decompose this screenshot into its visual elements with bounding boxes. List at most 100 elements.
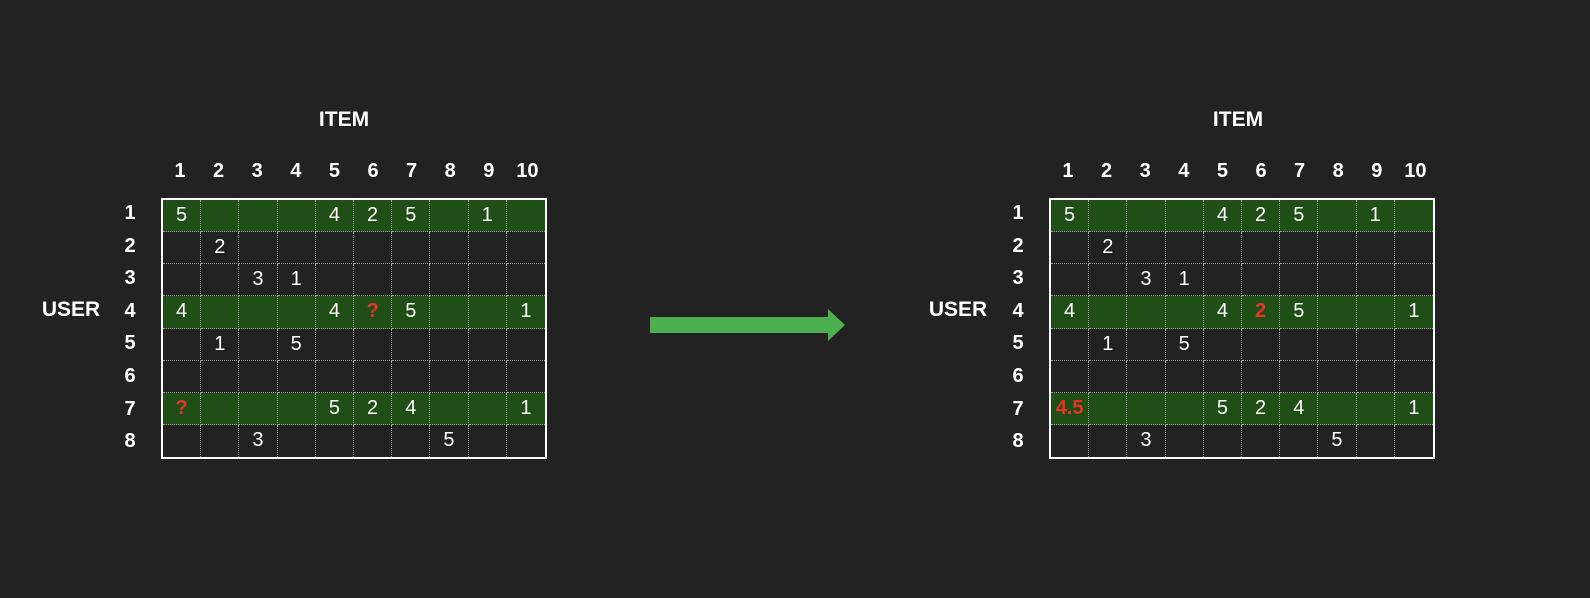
- matrix-cell: 5: [1051, 200, 1090, 233]
- matrix-cell: [1242, 360, 1281, 393]
- matrix-cell: 1: [1089, 328, 1128, 361]
- matrix-cell: 5: [1203, 392, 1242, 425]
- matrix-cell: [1280, 328, 1319, 361]
- matrix-cell: [1242, 424, 1281, 457]
- matrix-cell: [1089, 264, 1128, 297]
- column-header-3: 3: [1139, 160, 1151, 182]
- matrix-cell: 4.5: [1051, 392, 1090, 425]
- matrix-cell: [1203, 360, 1242, 393]
- matrix-cell: [1280, 360, 1319, 393]
- matrix-cell: [1242, 264, 1281, 297]
- matrix-cell: 2: [1242, 296, 1281, 329]
- matrix-cell: [1089, 360, 1128, 393]
- matrix-cell: [1051, 264, 1090, 297]
- matrix-cell: [1357, 424, 1395, 457]
- column-header-10: 10: [1404, 160, 1427, 182]
- row-header-3: 3: [1012, 267, 1024, 290]
- matrix-cell: [1318, 360, 1357, 393]
- matrix-cell: 2: [1089, 232, 1128, 265]
- matrix-cell: [1356, 360, 1395, 393]
- matrix-cell: [1356, 392, 1395, 425]
- matrix-cell: [1203, 264, 1242, 297]
- column-header-1: 1: [1062, 160, 1074, 182]
- matrix-cell: [1394, 329, 1433, 361]
- matrix-cell: 5: [1165, 328, 1204, 361]
- column-header-9: 9: [1371, 160, 1383, 182]
- matrix-cell: [1051, 424, 1090, 457]
- matrix-cell: [1280, 424, 1319, 457]
- rating-matrix-after: 5 4 2 5 1 2 3 1 4 4 2 5 1 1 5 4.5 5 2 4 1 3 5: [1049, 198, 1435, 459]
- matrix-cell: [1242, 328, 1281, 361]
- row-header-4: 4: [1012, 299, 1024, 322]
- matrix-cell: [1127, 232, 1166, 265]
- row-header-7: 7: [1012, 397, 1024, 420]
- row-header-2: 2: [1012, 234, 1024, 257]
- matrix-cell: [1203, 328, 1242, 361]
- matrix-cell: [1318, 392, 1357, 425]
- matrix-cell: 2: [1242, 200, 1281, 233]
- matrix-cell: 3: [1127, 264, 1166, 297]
- matrix-cell: [1127, 360, 1166, 393]
- matrix-cell: 1: [1394, 296, 1433, 329]
- matrix-cell: [1356, 264, 1395, 297]
- matrix-cell: [1051, 328, 1090, 361]
- column-header-2: 2: [1101, 160, 1113, 182]
- matrix-cell: [1318, 200, 1357, 233]
- matrix-cell: [1127, 296, 1166, 329]
- matrix-cell: [1089, 424, 1128, 457]
- matrix-cell: [1394, 264, 1433, 297]
- matrix-cell: 1: [1165, 264, 1204, 297]
- matrix-cell: 5: [1318, 424, 1357, 457]
- matrix-cell: [1165, 360, 1204, 393]
- matrix-cell: [1242, 232, 1281, 265]
- row-header-5: 5: [1012, 332, 1024, 355]
- row-header-1: 1: [1012, 202, 1024, 224]
- matrix-cell: [1204, 424, 1242, 457]
- matrix-cell: [1318, 328, 1357, 361]
- matrix-cell: 4: [1203, 200, 1242, 233]
- matrix-cell: [1356, 296, 1395, 329]
- matrix-cell: [1394, 200, 1433, 233]
- matrix-cell: [1356, 232, 1395, 265]
- matrix-cell: [1318, 232, 1357, 265]
- column-header-6: 6: [1255, 160, 1267, 182]
- matrix-cell: [1127, 200, 1166, 233]
- matrix-cell: [1165, 392, 1204, 425]
- matrix-cell: 4: [1203, 296, 1242, 329]
- column-header-7: 7: [1294, 160, 1306, 182]
- matrix-cell: [1394, 232, 1433, 265]
- matrix-cell: [1089, 392, 1128, 425]
- matrix-cell: [1166, 424, 1204, 457]
- row-header-8: 8: [1012, 430, 1024, 453]
- column-header-5: 5: [1216, 160, 1228, 182]
- matrix-cell: [1051, 360, 1090, 393]
- matrix-cell: 3: [1127, 424, 1166, 457]
- user-axis-title: USER: [928, 298, 988, 321]
- matrix-cell: [1318, 264, 1357, 297]
- matrix-cell: [1127, 328, 1166, 361]
- matrix-cell: [1356, 328, 1395, 361]
- matrix-cell: [1127, 392, 1166, 425]
- right-matrix-panel: ITEM USER 1 2 3 4 5 6 7 8 9 10 12345678 542512314…: [0, 0, 1590, 598]
- matrix-cell: 4: [1280, 392, 1319, 425]
- matrix-cell: [1394, 361, 1433, 393]
- matrix-cell: [1165, 296, 1204, 329]
- matrix-cell: 1: [1356, 200, 1395, 233]
- matrix-cell: [1203, 232, 1242, 265]
- matrix-cell: 5: [1280, 200, 1319, 233]
- matrix-cell: 5: [1280, 296, 1319, 329]
- matrix-cell: [1280, 232, 1319, 265]
- item-axis-title: ITEM: [1212, 108, 1264, 131]
- matrix-cell: [1280, 264, 1319, 297]
- matrix-cell: [1395, 425, 1433, 457]
- column-header-4: 4: [1178, 160, 1190, 182]
- column-header-8: 8: [1332, 160, 1344, 182]
- row-header-6: 6: [1012, 365, 1024, 387]
- matrix-cell: [1318, 296, 1357, 329]
- matrix-cell: 1: [1394, 392, 1433, 425]
- matrix-cell: [1165, 232, 1204, 265]
- matrix-cell: [1089, 200, 1128, 233]
- matrix-cell: [1089, 296, 1128, 329]
- matrix-cell: 4: [1051, 296, 1090, 329]
- matrix-cell: [1051, 232, 1090, 265]
